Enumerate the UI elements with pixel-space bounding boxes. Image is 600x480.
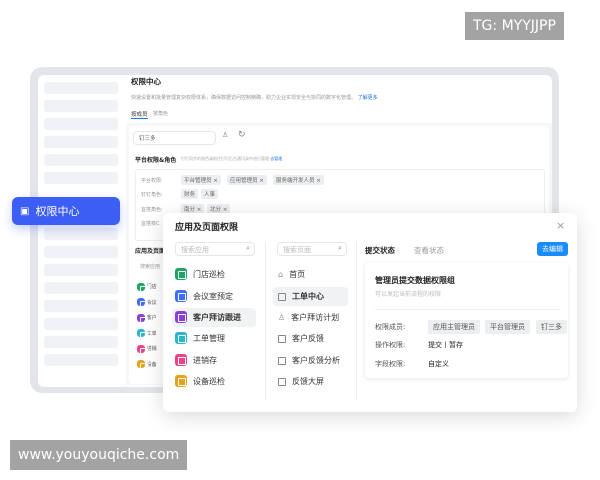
- form-icon: [278, 334, 286, 343]
- people-icon: ♙: [278, 313, 286, 322]
- ops-value: 提交丨暂存: [428, 341, 463, 349]
- learn-more-link[interactable]: 了解更多: [358, 95, 378, 101]
- screen-icon: [278, 377, 286, 386]
- watermark-top: TG: MYYJJPP: [465, 12, 564, 40]
- app-search-input[interactable]: 搜索应用 ⌕: [175, 242, 255, 256]
- tab-by-role[interactable]: 按角色: [153, 110, 168, 117]
- platform-hint: 钉钉同步的角色请前往钉钉后台通讯录中进行管理: [181, 156, 269, 161]
- platform-section-title: 平台权限&角色: [135, 157, 177, 164]
- edit-button[interactable]: 去编辑: [537, 242, 568, 256]
- basket-icon: [175, 354, 187, 366]
- floating-nav-permission-center[interactable]: ▣ 权限中心: [12, 197, 120, 225]
- permission-icon: ▣: [20, 205, 30, 217]
- member-tag: 钉三多: [536, 320, 567, 334]
- modal-title: 应用及页面权限: [175, 223, 239, 233]
- tab-view-status[interactable]: 查看状态: [414, 245, 444, 256]
- card-subtitle: 可以发起当前流程的权限: [375, 291, 442, 298]
- meeting-icon: [175, 290, 187, 302]
- page-item[interactable]: ⌂ 首页: [278, 269, 305, 280]
- close-icon[interactable]: ×: [556, 219, 565, 232]
- role-tag[interactable]: 服务端开发人员 ×: [273, 175, 324, 185]
- page-item[interactable]: 客户反馈分析: [278, 355, 340, 366]
- app-item[interactable]: 工单管理: [175, 332, 225, 344]
- app-item[interactable]: 门店巡检: [175, 268, 225, 280]
- tab-submit-status[interactable]: 提交状态: [365, 245, 395, 256]
- document-icon: [278, 292, 286, 301]
- manage-link[interactable]: 去管理: [270, 156, 282, 161]
- watermark-bottom: www.youyouqiche.com: [10, 440, 188, 470]
- member-tag: 平台管理员: [485, 320, 530, 334]
- page-search-input[interactable]: 搜索页面 ⌕: [277, 242, 347, 256]
- row-label: 平台权限:: [141, 178, 163, 184]
- row-label: 宜搭核C: [141, 221, 160, 227]
- search-icon: ⌕: [246, 244, 250, 252]
- app-item[interactable]: 设备巡检: [175, 375, 225, 387]
- page-item-selected[interactable]: 工单中心: [278, 291, 324, 302]
- page-item[interactable]: 客户反馈: [278, 333, 324, 344]
- role-tag[interactable]: 平台管理员 ×: [181, 175, 221, 185]
- visit-icon: [175, 311, 187, 323]
- card-title: 管理员提交数据权限组: [375, 276, 455, 285]
- apps-search[interactable]: 搜索应用: [140, 263, 160, 270]
- app-item-selected[interactable]: 客户拜访跟进: [175, 311, 241, 323]
- ticket-icon: [175, 332, 187, 344]
- member-tag: 应用主管理员: [428, 320, 480, 334]
- app-item[interactable]: 会议室预定: [175, 290, 233, 302]
- ops-label: 操作权限:: [375, 341, 406, 349]
- page-item[interactable]: ♙ 客户拜访计划: [278, 312, 339, 323]
- role-tag[interactable]: 应用管理员 ×: [227, 175, 267, 185]
- nav-label: 权限中心: [35, 205, 80, 218]
- refresh-icon[interactable]: ↻: [238, 130, 246, 140]
- home-icon: ⌂: [278, 270, 284, 279]
- device-icon: [175, 375, 187, 387]
- fields-label: 字段权限:: [375, 360, 406, 368]
- store-icon: [175, 268, 187, 280]
- apps-section-title: 应用及页面: [135, 248, 166, 255]
- member-search-input[interactable]: 钉三多: [133, 131, 216, 145]
- row-label: 钉钉角色:: [141, 192, 163, 198]
- apps-list-bg: 门店 会议 客户 工单 进销 设备: [137, 280, 157, 373]
- page-item[interactable]: 反馈大屏: [278, 376, 324, 387]
- members-label: 权限成员:: [375, 323, 406, 331]
- row-label: 宜搭角色:: [141, 207, 163, 213]
- fields-value: 自定义: [428, 360, 449, 368]
- role-tag: 财务: [181, 189, 199, 199]
- search-icon: ⌕: [338, 244, 342, 252]
- app-item[interactable]: 进销存: [175, 354, 217, 366]
- role-tag: 人事: [201, 189, 219, 199]
- page-title: 权限中心: [131, 77, 161, 86]
- page-description: 快速设置和批量管理复杂权限体系，确保数据访问控制精确，助力企业实现安全与协同的数…: [131, 95, 357, 101]
- user-icon[interactable]: ♙: [222, 131, 228, 139]
- tab-by-member[interactable]: 按成员: [131, 110, 148, 119]
- report-icon: [278, 356, 286, 365]
